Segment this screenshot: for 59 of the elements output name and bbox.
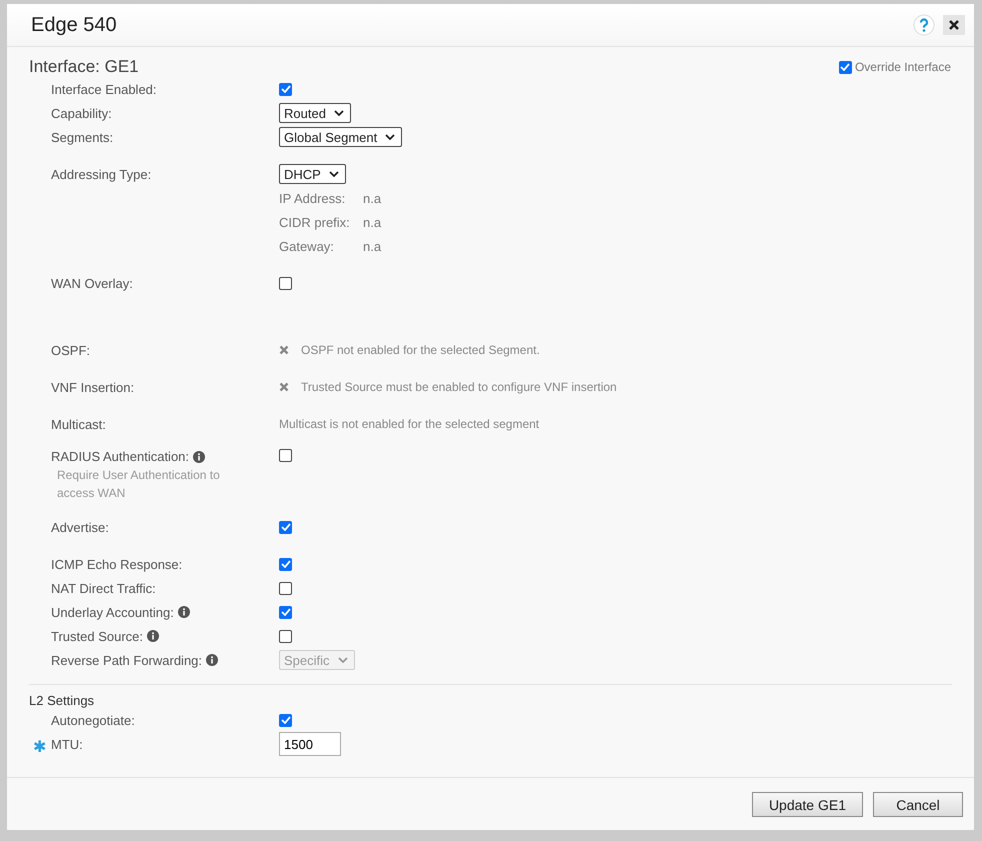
checkbox[interactable] <box>279 582 292 594</box>
section-title: L2 Settings <box>29 693 96 708</box>
info-icon[interactable] <box>178 606 190 618</box>
dialog-button[interactable]: Update GE1 <box>752 792 863 817</box>
field-label: Trusted Source: <box>51 628 160 644</box>
info-icon[interactable] <box>193 450 206 462</box>
checkbox-label: Override Interface <box>854 60 951 74</box>
required-icon: ✱ <box>33 736 46 756</box>
field-label: RADIUS Authentication: <box>51 449 206 464</box>
status-note: Trusted Source must be enabled to configure VNF insertion <box>279 380 617 394</box>
checkbox[interactable] <box>279 82 292 96</box>
caret-icon <box>328 171 339 177</box>
checkbox[interactable] <box>279 449 292 462</box>
checkbox[interactable] <box>279 558 292 570</box>
status-note: Multicast is not enabled for the selected segment <box>279 417 540 431</box>
field-label: Addressing Type: <box>51 166 152 182</box>
field-label: Autonegotiate: <box>51 712 135 728</box>
field-label: Multicast: <box>51 416 106 432</box>
field-label: VNF Insertion: <box>51 380 134 394</box>
field-label: Reverse Path Forwarding: <box>51 652 218 668</box>
dropdown[interactable]: Routed <box>279 103 351 123</box>
detail-value: n.a <box>363 190 382 206</box>
dialog-title: Edge 540 <box>31 14 118 36</box>
dropdown[interactable]: Global Segment <box>279 127 402 147</box>
field-label: Segments: <box>51 130 114 144</box>
checkbox[interactable] <box>279 606 292 618</box>
field-hint: Require User Authentication to access WAN <box>57 467 221 502</box>
field-label: NAT Direct Traffic: <box>51 580 156 596</box>
detail-label: Gateway: <box>279 238 335 254</box>
field-label: MTU: <box>51 736 83 752</box>
status-note: OSPF not enabled for the selected Segment. <box>279 343 540 357</box>
checkbox[interactable] <box>838 60 852 74</box>
caret-icon <box>334 110 344 116</box>
field-label: ICMP Echo Response: <box>51 556 182 572</box>
checkbox[interactable] <box>279 276 292 290</box>
input-field[interactable]: 1500 <box>279 732 341 756</box>
detail-label: CIDR prefix: <box>279 214 351 230</box>
detail-label: IP Address: <box>279 190 346 206</box>
detail-value: n.a <box>363 238 382 254</box>
dialog-button[interactable]: Cancel <box>873 792 963 817</box>
checkbox[interactable] <box>279 630 292 642</box>
help-icon[interactable] <box>913 14 935 36</box>
dropdown[interactable]: DHCP <box>279 164 346 184</box>
caret-icon <box>385 134 396 140</box>
caret-icon <box>338 657 348 663</box>
field-label: Interface Enabled: <box>51 82 157 96</box>
field-label: WAN Overlay: <box>51 276 133 290</box>
checkbox[interactable] <box>279 714 292 726</box>
close-icon <box>279 345 289 355</box>
info-icon[interactable] <box>147 630 160 642</box>
checkbox[interactable] <box>279 520 292 534</box>
detail-value: n.a <box>363 214 382 230</box>
field-label: Capability: <box>51 106 112 120</box>
close-icon[interactable] <box>943 15 965 35</box>
field-label: Underlay Accounting: <box>51 604 190 620</box>
field-label: Advertise: <box>51 520 109 534</box>
interface-title: Interface: GE1 <box>29 57 139 77</box>
field-label: OSPF: <box>51 342 90 358</box>
close-icon <box>279 382 289 392</box>
